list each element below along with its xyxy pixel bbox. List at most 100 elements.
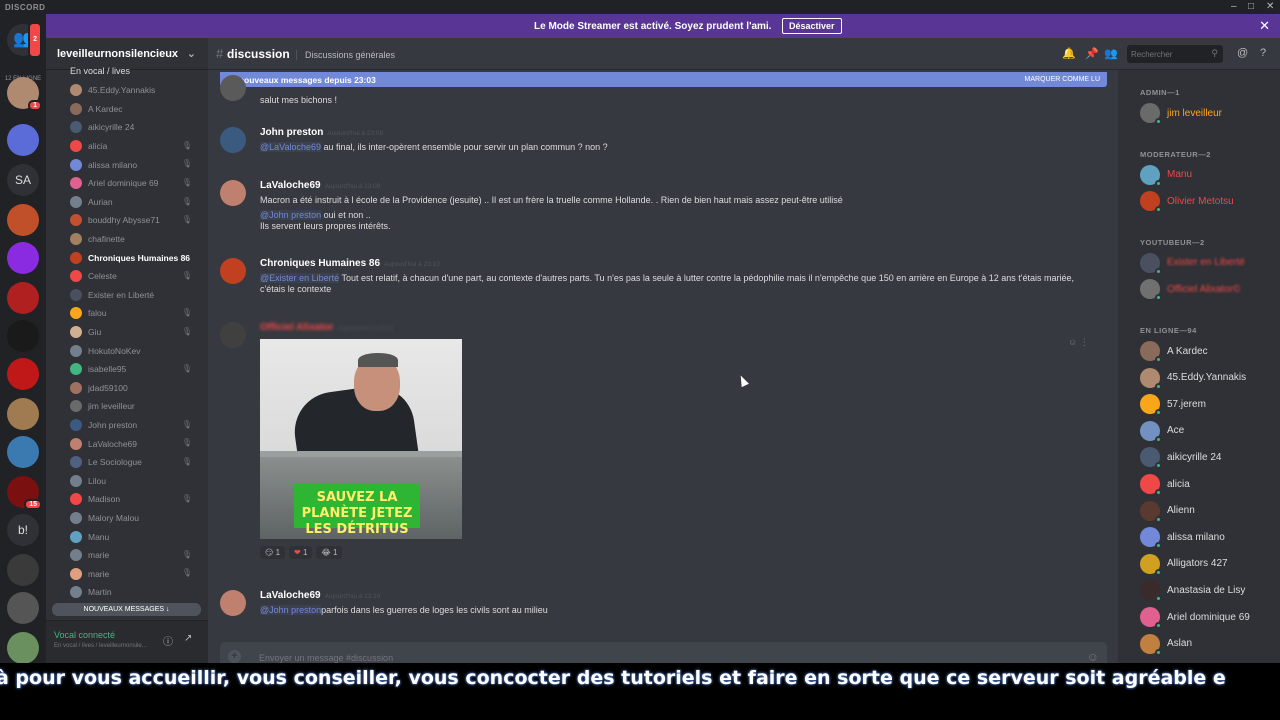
pin-icon[interactable]: 📌 xyxy=(1085,47,1099,60)
member-item[interactable]: alicia xyxy=(1140,474,1190,496)
voice-user[interactable]: HokutoNoKev xyxy=(70,341,200,360)
member-item[interactable]: Alienn xyxy=(1140,500,1195,523)
message-author[interactable]: Chroniques Humaines 86 xyxy=(260,258,380,269)
server-icon[interactable] xyxy=(7,282,39,314)
maximize-icon[interactable]: □ xyxy=(1248,1,1254,12)
avatar[interactable] xyxy=(220,180,246,206)
server-icon[interactable] xyxy=(7,204,39,236)
voice-user[interactable]: jdad59100 xyxy=(70,379,200,398)
server-icon[interactable] xyxy=(7,632,39,664)
voice-user[interactable]: Celeste 🎙 xyxy=(70,267,200,286)
voice-user[interactable]: LaValoche69 🎙 xyxy=(70,434,200,453)
message-author[interactable]: LaValoche69 xyxy=(260,180,321,191)
new-messages-bar[interactable]: 22 nouveaux messages depuis 23:03 MARQUE… xyxy=(220,72,1107,87)
member-item[interactable]: Anastasia de Lisy xyxy=(1140,580,1245,603)
add-reaction-icon[interactable]: ☺ ⋮ xyxy=(1068,337,1089,348)
message-author[interactable]: Officiel Alixator xyxy=(260,322,334,333)
user-mention[interactable]: @Exister en Liberté xyxy=(260,273,340,283)
message-author[interactable]: LaValoche69 xyxy=(260,590,321,601)
voice-user[interactable]: marie 🎙 xyxy=(70,546,200,565)
voice-user[interactable]: Chroniques Humaines 86 xyxy=(70,248,200,267)
voice-user[interactable]: chafinette xyxy=(70,230,200,249)
close-banner-icon[interactable]: ✕ xyxy=(1259,18,1270,34)
avatar[interactable] xyxy=(220,127,246,153)
server-icon[interactable]: 15 xyxy=(7,476,42,510)
voice-user[interactable]: A Kardec xyxy=(70,100,200,119)
voice-user[interactable]: aikicyrille 24 xyxy=(70,118,200,137)
voice-user[interactable]: bouddhy Abysse71 🎙 xyxy=(70,211,200,230)
home-friends-icon[interactable]: 👥 2 xyxy=(7,22,42,58)
member-item[interactable]: Alligators 427 xyxy=(1140,553,1228,576)
info-icon[interactable]: ⓘ xyxy=(163,633,173,648)
new-messages-pill[interactable]: NOUVEAUX MESSAGES ↓ xyxy=(52,603,201,616)
avatar[interactable] xyxy=(220,258,246,284)
voice-user[interactable]: Giu 🎙 xyxy=(70,323,200,342)
voice-user[interactable]: Manu xyxy=(70,527,200,546)
voice-user[interactable]: alicia 🎙 xyxy=(70,137,200,156)
bell-icon[interactable]: 🔔 xyxy=(1062,47,1076,60)
member-item[interactable]: Olivier Metotsu xyxy=(1140,191,1234,214)
message-input[interactable]: Envoyer un message #discussion xyxy=(259,653,393,663)
server-icon[interactable]: 1 xyxy=(7,77,42,111)
member-item[interactable]: jim leveilleur xyxy=(1140,103,1222,125)
server-icon[interactable]: SA xyxy=(7,164,39,196)
voice-user[interactable]: falou 🎙 xyxy=(70,304,200,323)
server-icon[interactable] xyxy=(7,242,39,274)
voice-user[interactable]: Malory Malou xyxy=(70,509,200,528)
member-item[interactable]: Ariel dominique 69 xyxy=(1140,607,1250,629)
server-icon[interactable] xyxy=(7,320,39,352)
member-item[interactable]: Manu xyxy=(1140,164,1192,187)
avatar[interactable] xyxy=(220,590,246,616)
voice-user[interactable]: Martin xyxy=(70,583,200,602)
user-mention[interactable]: @LaValoche69 xyxy=(260,142,322,152)
message-author[interactable]: John preston xyxy=(260,127,323,138)
disconnect-icon[interactable]: ↗ xyxy=(184,633,192,644)
meme-image[interactable]: SAUVEZ LA PLANÈTE JETEZ LES DÉTRITUS xyxy=(260,339,462,539)
mark-as-read-button[interactable]: MARQUER COMME LU xyxy=(1025,76,1100,83)
voice-user[interactable]: marie 🎙 xyxy=(70,564,200,583)
member-item[interactable]: Aslan xyxy=(1140,633,1192,656)
members-icon[interactable]: 👥 xyxy=(1104,47,1118,60)
voice-user[interactable]: Ariel dominique 69 🎙 xyxy=(70,174,200,193)
member-item[interactable]: Officiel Alixator© xyxy=(1140,279,1240,302)
member-item[interactable]: A Kardec xyxy=(1140,341,1208,363)
voice-user[interactable]: Le Sociologue 🎙 xyxy=(70,453,200,472)
voice-user[interactable]: Aurian 🎙 xyxy=(70,193,200,212)
voice-channel-name[interactable]: En vocal / lives xyxy=(70,66,130,76)
member-item[interactable]: Exister en Liberté xyxy=(1140,252,1245,275)
member-item[interactable]: alissa milano xyxy=(1140,527,1225,550)
server-icon[interactable] xyxy=(7,124,39,156)
avatar[interactable] xyxy=(220,75,246,101)
voice-user[interactable]: 45.Eddy.Yannakis xyxy=(70,81,200,100)
voice-user[interactable]: Exister en Liberté xyxy=(70,286,200,305)
emoji-icon[interactable]: ☺ xyxy=(1087,650,1099,664)
voice-user[interactable]: Lilou xyxy=(70,471,200,490)
reaction[interactable]: ❤ 1 xyxy=(289,546,313,559)
search-input[interactable]: Rechercher ⚲ xyxy=(1127,45,1223,63)
minimize-icon[interactable]: – xyxy=(1231,1,1237,12)
chevron-down-icon[interactable]: ⌄ xyxy=(187,47,196,60)
reaction[interactable]: 😏 1 xyxy=(260,546,286,559)
server-icon[interactable] xyxy=(7,592,39,624)
server-icon[interactable] xyxy=(7,554,39,586)
upload-plus-icon[interactable]: + xyxy=(228,650,241,663)
server-icon[interactable] xyxy=(7,358,39,390)
disable-streamer-button[interactable]: Désactiver xyxy=(782,18,842,34)
user-mention[interactable]: @John preston xyxy=(260,210,322,220)
voice-user[interactable]: Madison 🎙 xyxy=(70,490,200,509)
member-item[interactable]: 57.jerem xyxy=(1140,394,1206,417)
user-mention[interactable]: @John preston xyxy=(260,605,322,615)
voice-user[interactable]: John preston 🎙 xyxy=(70,416,200,435)
server-icon[interactable] xyxy=(7,436,39,468)
help-icon[interactable]: ? xyxy=(1260,47,1266,59)
member-item[interactable]: Ace xyxy=(1140,420,1184,443)
voice-user[interactable]: alissa milano 🎙 xyxy=(70,155,200,174)
reaction[interactable]: 😂 1 xyxy=(316,546,343,559)
voice-user[interactable]: isabelle95 🎙 xyxy=(70,360,200,379)
close-window-icon[interactable]: ✕ xyxy=(1266,1,1274,12)
voice-user[interactable]: jim leveilleur xyxy=(70,397,200,416)
avatar[interactable] xyxy=(220,322,246,348)
server-icon[interactable] xyxy=(7,398,39,430)
member-item[interactable]: 45.Eddy.Yannakis xyxy=(1140,367,1246,390)
member-item[interactable]: aikicyrille 24 xyxy=(1140,447,1221,470)
